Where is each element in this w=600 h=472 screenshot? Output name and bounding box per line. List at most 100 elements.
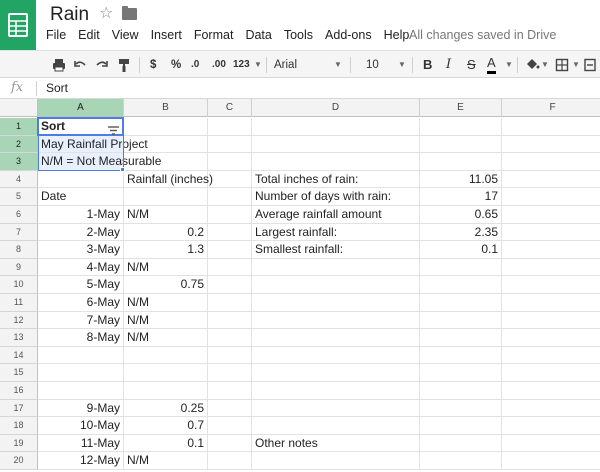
cell-a8[interactable]: 3-May xyxy=(38,241,124,259)
cell-d16[interactable] xyxy=(252,382,420,400)
cell-c16[interactable] xyxy=(208,382,252,400)
cell-e2[interactable] xyxy=(420,135,502,154)
row-header-13[interactable]: 13 xyxy=(0,329,38,347)
cell-a17[interactable]: 9-May xyxy=(38,399,124,418)
cell-f2[interactable] xyxy=(502,136,600,154)
increase-decimal-button[interactable]: .00 xyxy=(212,56,226,74)
row-header-20[interactable]: 20 xyxy=(0,452,38,470)
cell-f3[interactable] xyxy=(502,153,600,171)
font-family-select[interactable]: Arial xyxy=(274,56,297,74)
menu-tools[interactable]: Tools xyxy=(284,27,313,45)
menu-help[interactable]: Help xyxy=(384,27,410,45)
font-size-select[interactable]: 10 xyxy=(366,56,379,74)
cell-b9[interactable]: N/M xyxy=(124,258,208,277)
italic-button[interactable]: I xyxy=(446,56,451,74)
save-status[interactable]: All changes saved in Drive xyxy=(409,28,556,42)
column-header-c[interactable]: C xyxy=(208,99,252,117)
cell-a4[interactable] xyxy=(38,170,124,189)
cell-a20[interactable]: 12-May xyxy=(38,452,124,470)
chevron-down-icon[interactable]: ▼ xyxy=(541,56,549,74)
cell-c12[interactable] xyxy=(208,311,252,330)
cell-b6[interactable]: N/M xyxy=(124,206,208,224)
cell-f11[interactable] xyxy=(502,294,600,312)
cell-c3[interactable] xyxy=(208,153,252,171)
strikethrough-button[interactable]: S xyxy=(467,56,476,74)
currency-button[interactable]: $ xyxy=(150,56,156,74)
cell-d4[interactable]: Total inches of rain: xyxy=(252,170,420,189)
cell-d7[interactable]: Largest rainfall: xyxy=(252,223,420,242)
row-header-16[interactable]: 16 xyxy=(0,382,38,400)
row-header-12[interactable]: 12 xyxy=(0,311,38,330)
cell-f10[interactable] xyxy=(502,276,600,294)
cell-c13[interactable] xyxy=(208,329,252,347)
cell-a6[interactable]: 1-May xyxy=(38,206,124,224)
row-header-18[interactable]: 18 xyxy=(0,417,38,435)
cell-a3[interactable]: N/M = Not Measurable xyxy=(38,153,161,171)
cell-f16[interactable] xyxy=(502,382,600,400)
cell-b13[interactable]: N/M xyxy=(124,329,208,347)
menu-data[interactable]: Data xyxy=(245,27,271,45)
cell-b8[interactable]: 1.3 xyxy=(124,241,208,259)
cell-b1[interactable] xyxy=(124,118,208,136)
cell-d11[interactable] xyxy=(252,294,420,312)
cell-e11[interactable] xyxy=(420,294,502,312)
cell-e1[interactable] xyxy=(420,118,502,136)
fill-handle[interactable] xyxy=(120,166,125,172)
menu-format[interactable]: Format xyxy=(194,27,234,45)
cell-e8[interactable]: 0.1 xyxy=(420,241,502,259)
folder-icon[interactable] xyxy=(122,6,137,20)
cell-e19[interactable] xyxy=(420,434,502,453)
merge-cells-icon[interactable] xyxy=(584,56,596,74)
cell-d10[interactable] xyxy=(252,276,420,294)
row-header-11[interactable]: 11 xyxy=(0,294,38,312)
cell-e4[interactable]: 11.05 xyxy=(420,170,502,189)
cell-c1[interactable] xyxy=(208,118,252,136)
chevron-down-icon[interactable]: ▼ xyxy=(572,56,580,74)
cell-d20[interactable] xyxy=(252,452,420,470)
more-formats-button[interactable]: 123 xyxy=(233,56,250,74)
cell-c19[interactable] xyxy=(208,434,252,453)
cell-f5[interactable] xyxy=(502,188,600,206)
row-header-8[interactable]: 8 xyxy=(0,241,38,259)
cell-c20[interactable] xyxy=(208,452,252,470)
cell-a7[interactable]: 2-May xyxy=(38,223,124,242)
cell-e17[interactable] xyxy=(420,399,502,418)
menu-addons[interactable]: Add-ons xyxy=(325,27,372,45)
cell-d17[interactable] xyxy=(252,399,420,418)
cell-f7[interactable] xyxy=(502,224,600,242)
cell-b3[interactable] xyxy=(124,153,208,171)
cell-c2[interactable] xyxy=(208,135,252,154)
cell-d6[interactable]: Average rainfall amount xyxy=(252,206,420,224)
cell-d18[interactable] xyxy=(252,417,420,435)
cell-b18[interactable]: 0.7 xyxy=(124,417,208,435)
cell-b19[interactable]: 0.1 xyxy=(124,434,208,453)
cell-b20[interactable]: N/M xyxy=(124,452,208,470)
cell-e10[interactable] xyxy=(420,276,502,294)
cell-f18[interactable] xyxy=(502,417,600,435)
cell-c11[interactable] xyxy=(208,294,252,312)
column-header-f[interactable]: F xyxy=(502,99,600,117)
cell-c4[interactable] xyxy=(208,170,252,189)
row-header-14[interactable]: 14 xyxy=(0,346,38,365)
print-icon[interactable] xyxy=(52,56,66,74)
cell-a15[interactable] xyxy=(38,364,124,382)
cell-f6[interactable] xyxy=(502,206,600,224)
menu-insert[interactable]: Insert xyxy=(151,27,182,45)
row-header-10[interactable]: 10 xyxy=(0,276,38,294)
filter-icon[interactable] xyxy=(108,122,119,140)
text-color-button[interactable]: A xyxy=(487,56,496,74)
cell-b4[interactable]: Rainfall (inches) xyxy=(124,170,213,189)
cell-c18[interactable] xyxy=(208,417,252,435)
cell-b12[interactable]: N/M xyxy=(124,311,208,330)
cell-b11[interactable]: N/M xyxy=(124,294,208,312)
row-header-9[interactable]: 9 xyxy=(0,258,38,277)
cell-c8[interactable] xyxy=(208,241,252,259)
borders-icon[interactable] xyxy=(555,56,569,74)
cell-c6[interactable] xyxy=(208,206,252,224)
cell-c15[interactable] xyxy=(208,364,252,382)
cell-f20[interactable] xyxy=(502,452,600,470)
cell-e5[interactable]: 17 xyxy=(420,188,502,206)
row-header-7[interactable]: 7 xyxy=(0,223,38,242)
row-header-4[interactable]: 4 xyxy=(0,170,38,189)
cell-e14[interactable] xyxy=(420,346,502,365)
